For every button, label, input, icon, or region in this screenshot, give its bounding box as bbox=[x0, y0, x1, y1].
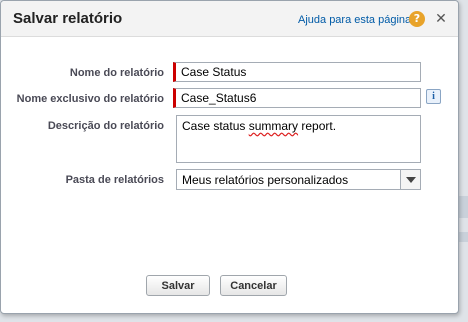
report-name-input[interactable] bbox=[173, 62, 421, 82]
description-text: report. bbox=[298, 119, 337, 133]
unique-name-label: Nome exclusivo do relatório bbox=[16, 93, 164, 105]
dialog-header: Salvar relatório Ajuda para esta página … bbox=[1, 1, 458, 37]
report-name-label: Nome do relatório bbox=[69, 67, 164, 79]
folder-label: Pasta de relatórios bbox=[65, 174, 164, 186]
save-button[interactable]: Salvar bbox=[146, 275, 210, 296]
help-link[interactable]: Ajuda para esta página bbox=[298, 14, 411, 26]
description-text: Case status bbox=[182, 119, 249, 133]
description-textarea[interactable]: Case status summary report. bbox=[176, 115, 421, 163]
save-report-dialog: Salvar relatório Ajuda para esta página … bbox=[0, 0, 459, 314]
folder-select-value: Meus relatórios personalizados bbox=[182, 173, 349, 187]
info-icon[interactable]: i bbox=[426, 89, 441, 104]
misspelled-word: summary bbox=[248, 119, 299, 133]
help-icon[interactable]: ? bbox=[409, 11, 425, 27]
cancel-button[interactable]: Cancelar bbox=[220, 275, 287, 296]
close-icon[interactable]: ✕ bbox=[432, 10, 450, 28]
folder-select[interactable]: Meus relatórios personalizados bbox=[176, 169, 421, 190]
backdrop-strip bbox=[459, 196, 468, 218]
dialog-title: Salvar relatório bbox=[13, 10, 123, 27]
chevron-down-icon[interactable] bbox=[400, 170, 420, 189]
backdrop-strip bbox=[459, 232, 468, 242]
description-label: Descrição do relatório bbox=[47, 120, 164, 132]
unique-name-input[interactable] bbox=[173, 88, 421, 108]
